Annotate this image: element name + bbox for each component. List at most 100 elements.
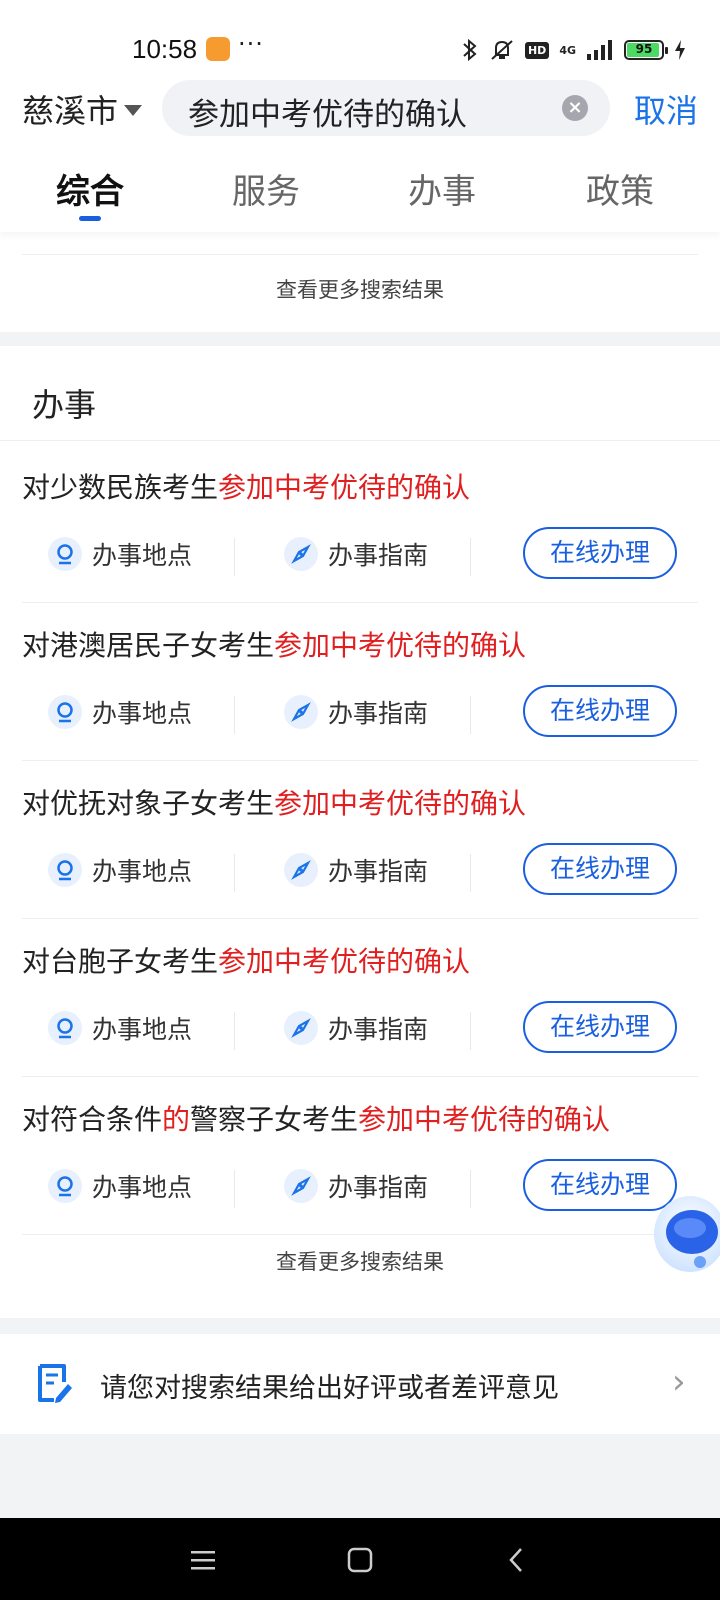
divider xyxy=(234,854,235,892)
divider xyxy=(22,254,698,255)
location-button[interactable]: 办事地点 xyxy=(48,1004,192,1052)
compass-icon xyxy=(284,695,318,729)
location-label: 办事地点 xyxy=(92,1173,193,1202)
affair-title-inline-highlight: 的 xyxy=(162,1103,191,1136)
affair-title[interactable]: 对优抚对象子女考生参加中考优待的确认 xyxy=(22,782,526,822)
divider xyxy=(470,1170,471,1208)
online-handle-button[interactable]: 在线办理 xyxy=(523,843,677,895)
status-time: 10:58 xyxy=(132,34,198,64)
divider xyxy=(234,1012,235,1050)
divider xyxy=(234,538,235,576)
tab-comprehensive[interactable]: 综合 xyxy=(56,164,124,213)
affair-item[interactable]: 对台胞子女考生参加中考优待的确认办事地点 办事指南 在线办理 xyxy=(0,916,720,1077)
affair-item[interactable]: 对港澳居民子女考生参加中考优待的确认办事地点 办事指南 在线办理 xyxy=(0,600,720,761)
caret-down-icon xyxy=(124,104,143,116)
affair-item[interactable]: 对符合条件的警察子女考生参加中考优待的确认 办事地点 办事指南 在线办理 xyxy=(0,1074,720,1235)
guide-label: 办事指南 xyxy=(328,857,429,886)
divider xyxy=(234,696,235,734)
previous-results-card: 查看更多搜索结果 xyxy=(0,232,720,332)
affair-item[interactable]: 对少数民族考生参加中考优待的确认 办事地点 办事指南 在线办理 xyxy=(0,442,720,603)
affair-title-middle: 警察子女考生 xyxy=(190,1103,359,1136)
battery-icon: 95 xyxy=(624,40,668,60)
compass-icon xyxy=(284,1011,318,1045)
location-label: 办事地点 xyxy=(92,1015,193,1044)
search-query: 参加中考优待的确认 xyxy=(188,97,467,133)
status-icons: HD 4G 95 xyxy=(461,36,686,64)
location-pin-icon xyxy=(48,853,82,887)
city-selector[interactable]: 慈溪市 xyxy=(22,86,143,132)
location-button[interactable]: 办事地点 xyxy=(48,530,192,578)
guide-button[interactable]: 办事指南 xyxy=(284,688,428,736)
location-button[interactable]: 办事地点 xyxy=(48,1162,192,1210)
signal-icon xyxy=(587,40,612,60)
affair-title[interactable]: 对少数民族考生参加中考优待的确认 xyxy=(22,466,470,506)
charging-icon xyxy=(675,40,685,60)
guide-button[interactable]: 办事指南 xyxy=(284,530,428,578)
affair-title-prefix: 对少数民族考生 xyxy=(22,471,219,504)
guide-button[interactable]: 办事指南 xyxy=(284,1004,428,1052)
tab-services[interactable]: 服务 xyxy=(232,164,300,213)
tab-policies[interactable]: 政策 xyxy=(586,164,654,213)
cancel-button[interactable]: 取消 xyxy=(634,86,698,132)
tab-bar: 综合 服务 办事 政策 xyxy=(0,140,720,232)
feedback-form-icon xyxy=(38,1364,72,1403)
mute-icon xyxy=(491,40,513,60)
affair-title[interactable]: 对港澳居民子女考生参加中考优待的确认 xyxy=(22,624,526,664)
affair-title-highlight: 参加中考优待的确认 xyxy=(218,471,471,504)
compass-icon xyxy=(284,537,318,571)
assistant-bot-icon[interactable] xyxy=(648,1192,720,1276)
guide-label: 办事指南 xyxy=(328,1173,429,1202)
battery-level: 95 xyxy=(635,42,653,56)
app-notification-icon xyxy=(206,37,230,61)
divider xyxy=(470,696,471,734)
online-handle-button[interactable]: 在线办理 xyxy=(523,1001,677,1053)
divider xyxy=(470,854,471,892)
guide-label: 办事指南 xyxy=(328,699,429,728)
section-title: 办事 xyxy=(32,386,97,424)
feedback-row[interactable]: 请您对搜索结果给出好评或者差评意见 › xyxy=(0,1334,720,1434)
affair-title-highlight: 参加中考优待的确认 xyxy=(358,1103,611,1136)
affair-title-prefix: 对符合条件 xyxy=(22,1103,163,1136)
location-pin-icon xyxy=(48,1011,82,1045)
chevron-right-icon: › xyxy=(672,1362,686,1402)
affair-item[interactable]: 对优抚对象子女考生参加中考优待的确认办事地点 办事指南 在线办理 xyxy=(0,758,720,919)
affair-title-prefix: 对港澳居民子女考生 xyxy=(22,629,275,662)
location-button[interactable]: 办事地点 xyxy=(48,846,192,894)
affair-title-highlight: 参加中考优待的确认 xyxy=(218,945,471,978)
compass-icon xyxy=(284,853,318,887)
guide-label: 办事指南 xyxy=(328,541,429,570)
tab-active-indicator xyxy=(79,216,101,221)
divider xyxy=(0,440,720,441)
feedback-text: 请您对搜索结果给出好评或者差评意见 xyxy=(100,1373,559,1404)
search-input[interactable]: 参加中考优待的确认 × xyxy=(162,80,610,136)
guide-label: 办事指南 xyxy=(328,1015,429,1044)
home-icon[interactable] xyxy=(340,1540,380,1580)
location-pin-icon xyxy=(48,695,82,729)
bluetooth-icon xyxy=(463,38,477,62)
affair-title-highlight: 参加中考优待的确认 xyxy=(274,787,527,820)
system-nav-bar xyxy=(0,1518,720,1600)
menu-icon[interactable] xyxy=(183,1540,223,1580)
hd-icon: HD xyxy=(524,41,550,59)
online-handle-button[interactable]: 在线办理 xyxy=(523,685,677,737)
tab-affairs[interactable]: 办事 xyxy=(408,164,476,213)
location-label: 办事地点 xyxy=(92,857,193,886)
guide-button[interactable]: 办事指南 xyxy=(284,1162,428,1210)
affair-title[interactable]: 对符合条件的警察子女考生参加中考优待的确认 xyxy=(22,1098,610,1138)
view-more-results-link[interactable]: 查看更多搜索结果 xyxy=(0,274,720,304)
affairs-card: 办事 对少数民族考生参加中考优待的确认 办事地点 办事指南 在线办理 对港澳居民子女考生… xyxy=(0,346,720,1318)
back-icon[interactable] xyxy=(496,1540,536,1580)
location-button[interactable]: 办事地点 xyxy=(48,688,192,736)
status-bar: 10:58 ··· HD 4G 95 xyxy=(0,0,720,80)
compass-icon xyxy=(284,1169,318,1203)
affair-title-prefix: 对台胞子女考生 xyxy=(22,945,219,978)
guide-button[interactable]: 办事指南 xyxy=(284,846,428,894)
online-handle-button[interactable]: 在线办理 xyxy=(523,527,677,579)
clear-icon[interactable]: × xyxy=(562,95,588,121)
view-more-results-link[interactable]: 查看更多搜索结果 xyxy=(0,1246,720,1276)
city-label: 慈溪市 xyxy=(22,92,119,130)
affair-title[interactable]: 对台胞子女考生参加中考优待的确认 xyxy=(22,940,470,980)
divider xyxy=(22,1234,698,1235)
affair-title-prefix: 对优抚对象子女考生 xyxy=(22,787,275,820)
location-label: 办事地点 xyxy=(92,699,193,728)
